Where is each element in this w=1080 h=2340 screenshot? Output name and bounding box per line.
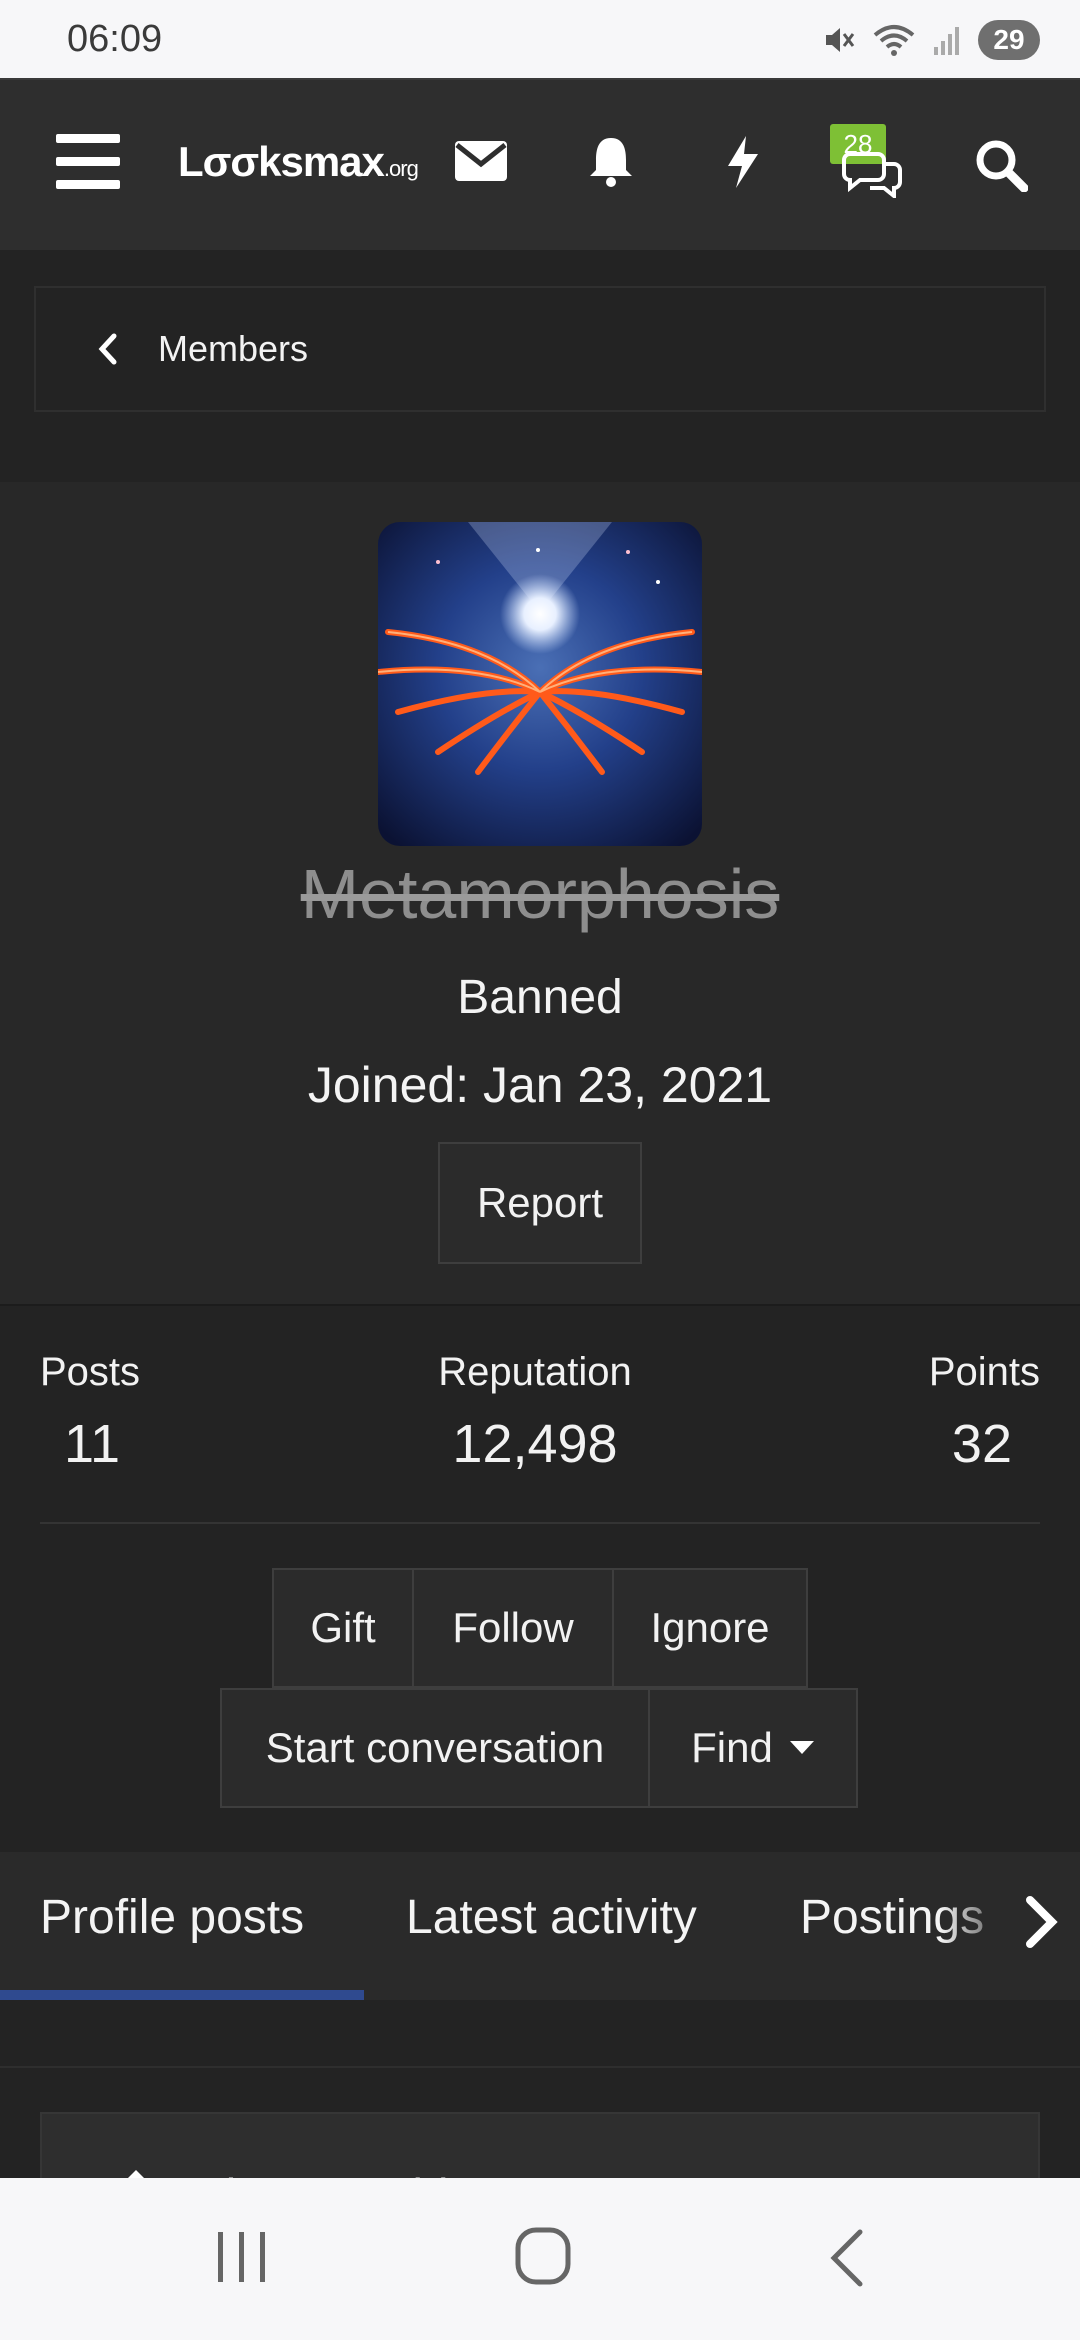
caret-down-icon xyxy=(789,1741,814,1754)
stat-points-label: Points xyxy=(928,1350,1040,1394)
logo-suffix: .org xyxy=(383,156,419,181)
breadcrumb[interactable]: Members xyxy=(34,286,1046,412)
stat-points-value: 32 xyxy=(951,1414,1012,1474)
profile-posts-content: Write something... xyxy=(0,2000,1080,2192)
profile-username: Metamorphosis xyxy=(300,855,780,933)
site-logo[interactable]: Lσσksmax.org xyxy=(178,138,419,186)
stat-reputation[interactable]: Reputation 12,498 xyxy=(430,1350,640,1475)
profile-header: Metamorphosis Banned Joined: Jan 23, 202… xyxy=(0,482,1080,1306)
start-conversation-button[interactable]: Start conversation xyxy=(220,1688,650,1808)
hamburger-menu-icon[interactable] xyxy=(54,132,122,192)
active-tab-indicator xyxy=(0,1990,364,2000)
status-time: 06:09 xyxy=(67,18,163,60)
home-icon[interactable] xyxy=(514,2226,572,2286)
top-navigation: Lσσksmax.org 28 xyxy=(0,78,1080,250)
avatar[interactable] xyxy=(378,522,702,846)
find-label: Find xyxy=(691,1724,773,1771)
stats-divider xyxy=(40,1522,1040,1524)
back-icon[interactable] xyxy=(826,2228,866,2288)
lightning-icon[interactable] xyxy=(722,134,762,190)
profile-tabs: Profile posts Latest activity Postings xyxy=(0,1852,1080,2000)
tab-latest-activity[interactable]: Latest activity xyxy=(406,1890,697,1945)
chevron-left-icon xyxy=(98,333,117,365)
breadcrumb-area: Members xyxy=(0,250,1080,482)
profile-stats: Posts 11 Reputation 12,498 Points 32 Gif… xyxy=(0,1308,1080,1852)
content-separator xyxy=(0,2066,1080,2068)
stat-reputation-label: Reputation xyxy=(438,1350,632,1394)
follow-button[interactable]: Follow xyxy=(412,1568,614,1688)
ignore-button[interactable]: Ignore xyxy=(612,1568,808,1688)
battery-indicator: 29 xyxy=(978,20,1040,60)
chevron-right-icon[interactable] xyxy=(1020,1894,1060,1950)
bell-icon[interactable] xyxy=(586,134,636,188)
action-buttons-row-2: Start conversation Find xyxy=(220,1688,858,1808)
find-dropdown-button[interactable]: Find xyxy=(648,1688,858,1808)
stat-points[interactable]: Points 32 xyxy=(916,1350,1040,1475)
report-button[interactable]: Report xyxy=(438,1142,642,1264)
stat-posts-label: Posts xyxy=(40,1350,141,1394)
stat-posts[interactable]: Posts 11 xyxy=(40,1350,140,1475)
stat-posts-value: 11 xyxy=(64,1414,121,1474)
signal-icon xyxy=(934,27,959,55)
stat-reputation-value: 12,498 xyxy=(452,1414,618,1474)
tab-profile-posts[interactable]: Profile posts xyxy=(40,1890,304,1945)
status-bar: 06:09 29 xyxy=(0,0,1080,78)
conversations-icon[interactable] xyxy=(842,146,904,198)
mail-icon[interactable] xyxy=(454,140,508,182)
mute-icon xyxy=(826,28,855,52)
logo-text: Lσσksmax xyxy=(178,138,385,185)
gift-button[interactable]: Gift xyxy=(272,1568,414,1688)
android-navigation-bar xyxy=(0,2178,1080,2340)
status-icons: 29 xyxy=(822,18,1040,62)
action-buttons-row-1: Gift Follow Ignore xyxy=(272,1568,808,1688)
wifi-icon xyxy=(873,25,915,56)
breadcrumb-label: Members xyxy=(158,328,309,369)
joined-date: Joined: Jan 23, 2021 xyxy=(307,1057,773,1113)
recent-apps-icon[interactable] xyxy=(216,2230,268,2284)
search-icon[interactable] xyxy=(974,138,1028,192)
user-title: Banned xyxy=(457,971,623,1024)
